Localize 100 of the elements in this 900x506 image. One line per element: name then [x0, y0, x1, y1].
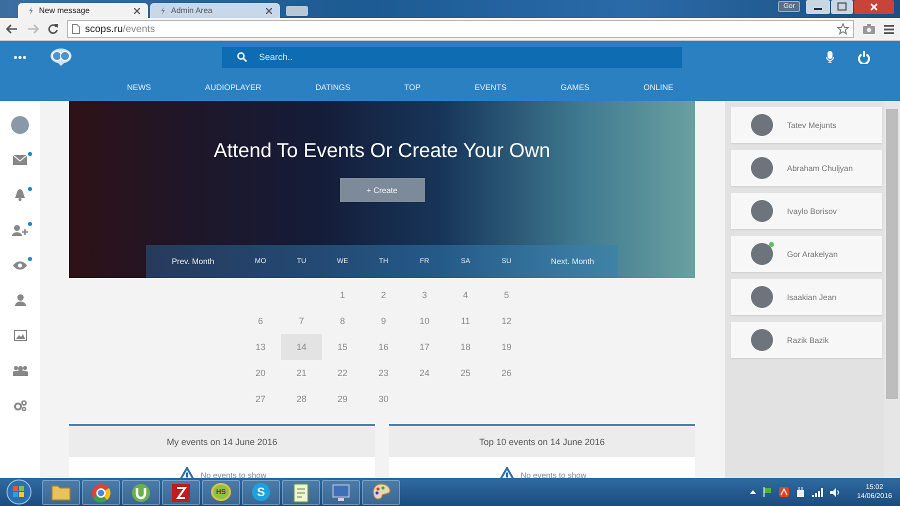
calendar-day[interactable]: 28 — [281, 386, 322, 412]
close-icon[interactable] — [266, 8, 272, 14]
avatar[interactable] — [11, 116, 29, 134]
avatar — [751, 243, 773, 265]
taskbar-button[interactable] — [322, 480, 360, 504]
calendar-day[interactable]: 27 — [240, 386, 281, 412]
taskbar-button[interactable] — [162, 480, 200, 504]
calendar-day[interactable]: 5 — [486, 282, 527, 308]
friend-card[interactable]: Isaakian Jean — [731, 279, 882, 315]
start-button-icon[interactable] — [6, 479, 32, 505]
letter-u-icon — [130, 481, 152, 503]
owl-logo-icon[interactable] — [50, 48, 72, 66]
calendar-day[interactable]: 10 — [404, 308, 445, 334]
close-icon[interactable] — [854, 0, 894, 14]
group-icon[interactable] — [12, 364, 28, 376]
calendar-day[interactable]: 9 — [363, 308, 404, 334]
calendar-day[interactable]: 15 — [322, 334, 363, 360]
calendar-day[interactable]: 13 — [240, 334, 281, 360]
calendar-day[interactable]: 24 — [404, 360, 445, 386]
calendar-day[interactable]: 17 — [404, 334, 445, 360]
nav-link[interactable]: NEWS — [127, 82, 151, 92]
image-icon[interactable] — [14, 330, 26, 340]
calendar-day[interactable]: 25 — [445, 360, 486, 386]
calendar-day[interactable]: 4 — [445, 282, 486, 308]
friend-card[interactable]: Ivaylo Borisov — [731, 193, 882, 229]
add-user-icon[interactable] — [12, 224, 28, 236]
eye-icon[interactable] — [13, 260, 27, 270]
calendar-day[interactable]: 6 — [240, 308, 281, 334]
friend-card[interactable]: Razik Bazik — [731, 322, 882, 358]
taskbar-button[interactable] — [122, 480, 160, 504]
taskbar-button[interactable] — [42, 480, 80, 504]
url-field[interactable]: scops.ru/events — [67, 20, 854, 38]
nav-link[interactable]: AUDIOPLAYER — [205, 82, 262, 92]
nav-link[interactable]: EVENTS — [474, 82, 507, 92]
restore-icon[interactable] — [831, 0, 853, 14]
browser-tab[interactable]: Admin Area — [150, 3, 280, 18]
camera-icon[interactable] — [863, 24, 875, 34]
more-icon[interactable] — [14, 56, 26, 58]
friend-name: Isaakian Jean — [787, 292, 836, 302]
calendar-day[interactable]: 7 — [281, 308, 322, 334]
notification-dot — [28, 187, 32, 191]
plug-icon[interactable] — [796, 487, 805, 497]
search-input[interactable]: Search.. — [257, 51, 682, 63]
close-icon[interactable] — [134, 8, 140, 14]
calendar-day[interactable]: 11 — [445, 308, 486, 334]
browser-tab[interactable]: New message — [18, 3, 148, 18]
power-icon[interactable] — [858, 50, 870, 64]
prev-month-link[interactable]: Prev. Month — [172, 257, 214, 266]
calendar-day[interactable]: 19 — [486, 334, 527, 360]
speaker-icon[interactable] — [830, 488, 840, 496]
calendar-day[interactable]: 2 — [363, 282, 404, 308]
nav-link[interactable]: GAMES — [560, 82, 590, 92]
gears-icon[interactable] — [14, 400, 26, 410]
calendar-day[interactable]: 26 — [486, 360, 527, 386]
envelope-icon[interactable] — [13, 155, 27, 165]
bell-icon[interactable] — [14, 189, 26, 201]
notification-dot — [28, 222, 32, 226]
calendar-day[interactable]: 3 — [404, 282, 445, 308]
calendar-day[interactable]: 18 — [445, 334, 486, 360]
nav-link[interactable]: TOP — [404, 82, 421, 92]
calendar-day[interactable]: 1 — [322, 282, 363, 308]
up-caret-icon[interactable] — [750, 490, 756, 494]
flag-icon[interactable] — [762, 487, 772, 497]
next-month-link[interactable]: Next. Month — [550, 257, 594, 266]
calendar-day[interactable]: 30 — [363, 386, 404, 412]
taskbar-button[interactable]: S — [242, 480, 280, 504]
friend-name: Gor Arakelyan — [787, 250, 838, 258]
friend-card[interactable]: Gor Arakelyan — [731, 236, 882, 272]
calendar-day[interactable]: 12 — [486, 308, 527, 334]
letter-a-icon[interactable] — [778, 487, 789, 497]
microphone-icon[interactable] — [826, 51, 834, 63]
empty-message: No events to show — [200, 470, 266, 478]
calendar-day[interactable]: 29 — [322, 386, 363, 412]
calendar-day[interactable]: 8 — [322, 308, 363, 334]
user-icon[interactable] — [14, 294, 26, 306]
nav-link[interactable]: DATINGS — [315, 82, 350, 92]
star-icon[interactable] — [837, 23, 849, 35]
calendar-day[interactable]: 21 — [281, 360, 322, 386]
create-button[interactable]: + Create — [340, 178, 424, 202]
panel-title: My events on 14 June 2016 — [69, 426, 375, 457]
search-field[interactable]: Search.. — [222, 46, 682, 68]
calendar-day[interactable]: 23 — [363, 360, 404, 386]
calendar-day[interactable]: 20 — [240, 360, 281, 386]
friend-name: Tatev Mejunts — [787, 120, 836, 130]
calendar-day[interactable]: 22 — [322, 360, 363, 386]
minimize-icon[interactable] — [806, 0, 830, 14]
calendar-day[interactable]: 14 — [281, 334, 322, 360]
reload-icon[interactable] — [48, 24, 58, 34]
nav-link[interactable]: ONLINE — [644, 82, 674, 92]
calendar-day[interactable]: 16 — [363, 334, 404, 360]
back-arrow-icon[interactable] — [6, 24, 18, 34]
page-icon — [72, 24, 80, 34]
taskbar-button[interactable] — [362, 480, 400, 504]
taskbar-button[interactable] — [282, 480, 320, 504]
taskbar-button[interactable] — [82, 480, 120, 504]
signal-icon[interactable] — [812, 488, 823, 496]
friend-card[interactable]: Abraham Chuljyan — [731, 150, 882, 186]
scrollbar[interactable] — [884, 101, 900, 478]
menu-icon[interactable] — [884, 24, 894, 34]
friend-card[interactable]: Tatev Mejunts — [731, 107, 882, 143]
